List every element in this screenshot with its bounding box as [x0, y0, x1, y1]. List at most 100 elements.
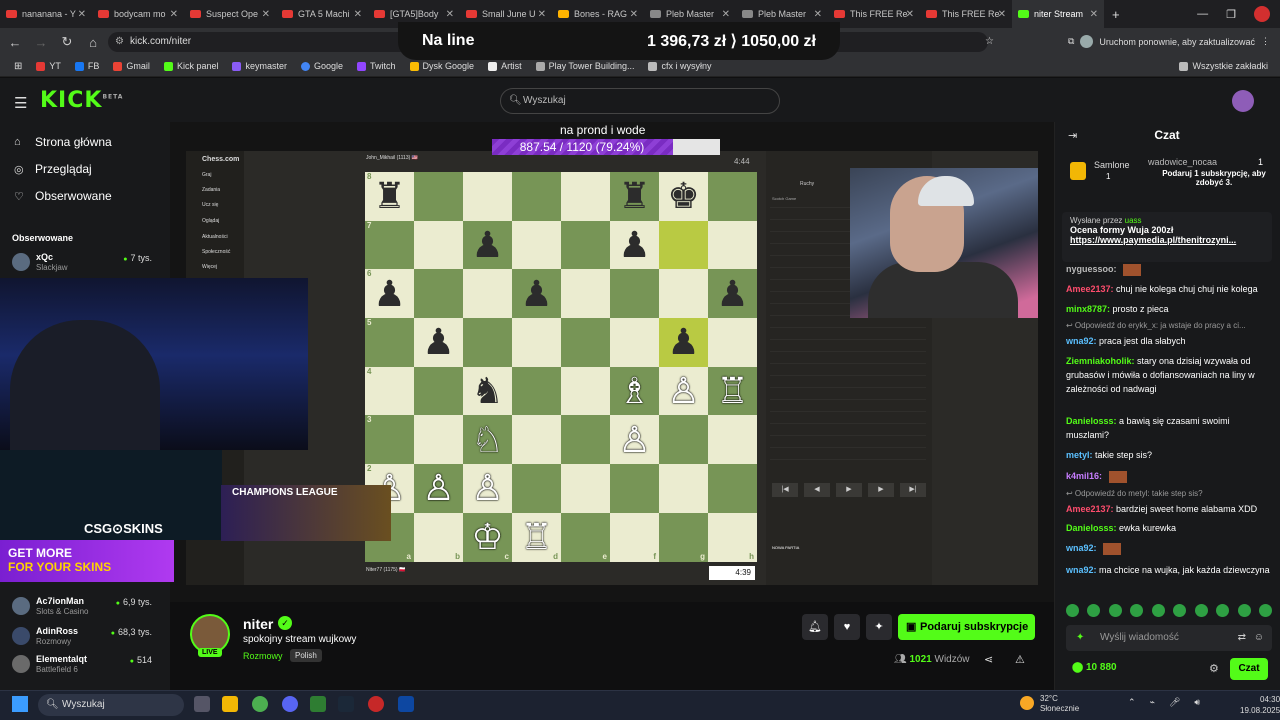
search-input[interactable]: 🔍︎ Wyszukaj	[500, 88, 780, 114]
pinned-message[interactable]: Wysłane przez uass Ocena formy Wuja 200z…	[1062, 212, 1272, 262]
profile-badge-icon[interactable]	[1254, 6, 1270, 22]
apps-grid-icon[interactable]: ⊞	[14, 61, 22, 72]
new-tab-icon[interactable]: +	[1112, 7, 1120, 22]
streamer-name[interactable]: niter	[243, 616, 273, 632]
chat-username[interactable]: Danielosss:	[1066, 523, 1117, 533]
bookmark-star-icon[interactable]: ☆	[985, 32, 994, 52]
back-icon[interactable]: ←	[4, 35, 26, 50]
steam-icon[interactable]	[338, 696, 354, 712]
share-icon[interactable]: ⋖	[984, 653, 993, 666]
gift-subscription-button[interactable]: ▣ Podaruj subskrypcje	[898, 614, 1035, 640]
taskbar-clock[interactable]: 04:30 19.08.2025	[1240, 694, 1280, 716]
volume-icon[interactable]: 🔊︎	[1194, 697, 1200, 708]
emote-icon[interactable]	[1130, 604, 1144, 617]
close-tab-icon[interactable]: ✕	[1090, 9, 1098, 20]
all-bookmarks[interactable]: Wszystkie zakładki	[1179, 61, 1268, 71]
extensions-icon[interactable]: ⧉	[1068, 36, 1074, 47]
recommended-channel[interactable]: AdinRossRozmowy68,3 tys.	[12, 624, 162, 650]
bookmark-item[interactable]: Gmail	[113, 61, 150, 71]
channel-points[interactable]: ⬤ 10 880	[1072, 662, 1117, 673]
network-icon[interactable]: ⌁	[1150, 697, 1155, 708]
chat-message[interactable]: k4mil16:	[1066, 469, 1270, 483]
emote-icon[interactable]	[1087, 604, 1101, 617]
recommended-channel[interactable]: ElementalqtBattlefield 6514	[12, 652, 162, 678]
discord-icon[interactable]	[282, 696, 298, 712]
minimize-icon[interactable]: —	[1197, 8, 1208, 20]
recommended-channel[interactable]: Ac7ionManSlots & Casino6,9 tys.	[12, 594, 162, 620]
home-icon[interactable]: ⌂	[82, 35, 104, 50]
chat-message[interactable]: Danielosss: ewka kurewka	[1066, 521, 1270, 535]
emote-icon[interactable]: ✦	[1076, 625, 1084, 651]
xbox-icon[interactable]	[310, 696, 326, 712]
emote-icon[interactable]	[1237, 604, 1251, 617]
chat-username[interactable]: wna92:	[1066, 565, 1097, 575]
taskbar-search[interactable]: 🔍︎ Wyszukaj	[38, 694, 184, 716]
windows-start-icon[interactable]	[12, 696, 28, 712]
chrome-icon[interactable]	[252, 696, 268, 712]
user-avatar[interactable]	[1232, 90, 1254, 112]
chat-username[interactable]: Amee2137:	[1066, 284, 1114, 294]
close-tab-icon[interactable]: ✕	[814, 9, 822, 20]
chat-message[interactable]: minx8787: prosto z pieca	[1066, 302, 1270, 316]
close-tab-icon[interactable]: ✕	[262, 9, 270, 20]
chat-username[interactable]: wna92:	[1066, 543, 1097, 553]
task-view-icon[interactable]	[194, 696, 210, 712]
chat-message[interactable]: metyl: takie step sis?	[1066, 448, 1270, 462]
chat-username[interactable]: Danielosss:	[1066, 416, 1117, 426]
chat-message[interactable]: Amee2137: chuj nie kolega chuj chuj nie …	[1066, 282, 1270, 296]
chat-message[interactable]: nyguessoo:	[1066, 262, 1270, 276]
emote-icon[interactable]	[1108, 604, 1122, 617]
bookmark-item[interactable]: Artist	[488, 61, 522, 71]
bookmark-folder[interactable]: cfx i wysyłny	[648, 61, 711, 71]
file-explorer-icon[interactable]	[222, 696, 238, 712]
nav-following[interactable]: ♡ Obserwowane	[14, 189, 112, 203]
chat-message[interactable]: wna92: praca jest dla słabych	[1066, 334, 1270, 348]
close-tab-icon[interactable]: ✕	[722, 9, 730, 20]
close-tab-icon[interactable]: ✕	[446, 9, 454, 20]
browser-tab[interactable]: bodycam mo ✕	[92, 0, 184, 28]
close-tab-icon[interactable]: ✕	[538, 9, 546, 20]
emote-icon[interactable]	[1258, 604, 1272, 617]
reload-icon[interactable]: ↻	[56, 34, 78, 50]
nav-home[interactable]: ⌂ Strona główna	[14, 135, 112, 149]
chat-input[interactable]: ✦ Wyślij wiadomość ⇄ ☺	[1066, 625, 1272, 651]
chat-message[interactable]: wna92:	[1066, 541, 1270, 555]
close-tab-icon[interactable]: ✕	[170, 9, 178, 20]
smiley-icon[interactable]: ☺	[1254, 625, 1264, 651]
notification-bell-icon[interactable]: 🔔︎	[802, 614, 828, 640]
emote-icon[interactable]	[1066, 604, 1079, 617]
close-tab-icon[interactable]: ✕	[78, 9, 86, 20]
chat-username[interactable]: Amee2137:	[1066, 504, 1114, 514]
close-tab-icon[interactable]: ✕	[998, 9, 1006, 20]
profile-avatar-icon[interactable]	[1080, 35, 1094, 48]
chat-username[interactable]: metyl:	[1066, 450, 1093, 460]
nav-browse[interactable]: ◎ Przeglądaj	[14, 162, 92, 176]
gift-leaderboard[interactable]: Samlone 1 wadowice_nocaa 1 Podaruj 1 sub…	[1062, 152, 1274, 202]
stream-category[interactable]: Rozmowy	[243, 651, 283, 661]
browser-tab-active[interactable]: niter Stream ✕	[1012, 0, 1104, 28]
bookmark-item[interactable]: Google	[300, 61, 343, 71]
photoshop-icon[interactable]	[398, 696, 414, 712]
chat-message[interactable]: Ziemniakoholik: stary ona dzisiaj wzywał…	[1066, 354, 1270, 396]
chat-username[interactable]: k4mil16:	[1066, 471, 1102, 481]
emote-icon[interactable]	[1173, 604, 1187, 617]
browser-tab[interactable]: GTA 5 Machi ✕	[276, 0, 368, 28]
close-tab-icon[interactable]: ✕	[906, 9, 914, 20]
sparkle-icon[interactable]: ✦	[866, 614, 892, 640]
browser-tab[interactable]: Suspect Ope ✕	[184, 0, 276, 28]
update-notice[interactable]: ⧉ Uruchom ponownie, aby zaktualizować ⋮	[1068, 35, 1270, 48]
chat-send-button[interactable]: Czat	[1230, 658, 1268, 680]
forward-icon[interactable]: →	[30, 35, 52, 50]
rockstar-icon[interactable]	[368, 696, 384, 712]
bookmark-item[interactable]: Kick panel	[163, 61, 218, 71]
close-tab-icon[interactable]: ✕	[630, 9, 638, 20]
hamburger-menu-icon[interactable]: ☰	[14, 94, 27, 112]
translate-icon[interactable]: ⇄	[1238, 625, 1246, 651]
microphone-icon[interactable]: 🎤︎	[1169, 697, 1180, 708]
weather-widget[interactable]: 32°C Słonecznie	[1020, 694, 1079, 714]
emote-icon[interactable]	[1216, 604, 1230, 617]
site-info-icon[interactable]: ⚙	[115, 32, 124, 52]
chat-settings-icon[interactable]: ⚙	[1209, 662, 1219, 675]
bookmark-item[interactable]: keymaster	[232, 61, 287, 71]
emote-icon[interactable]	[1194, 604, 1208, 617]
